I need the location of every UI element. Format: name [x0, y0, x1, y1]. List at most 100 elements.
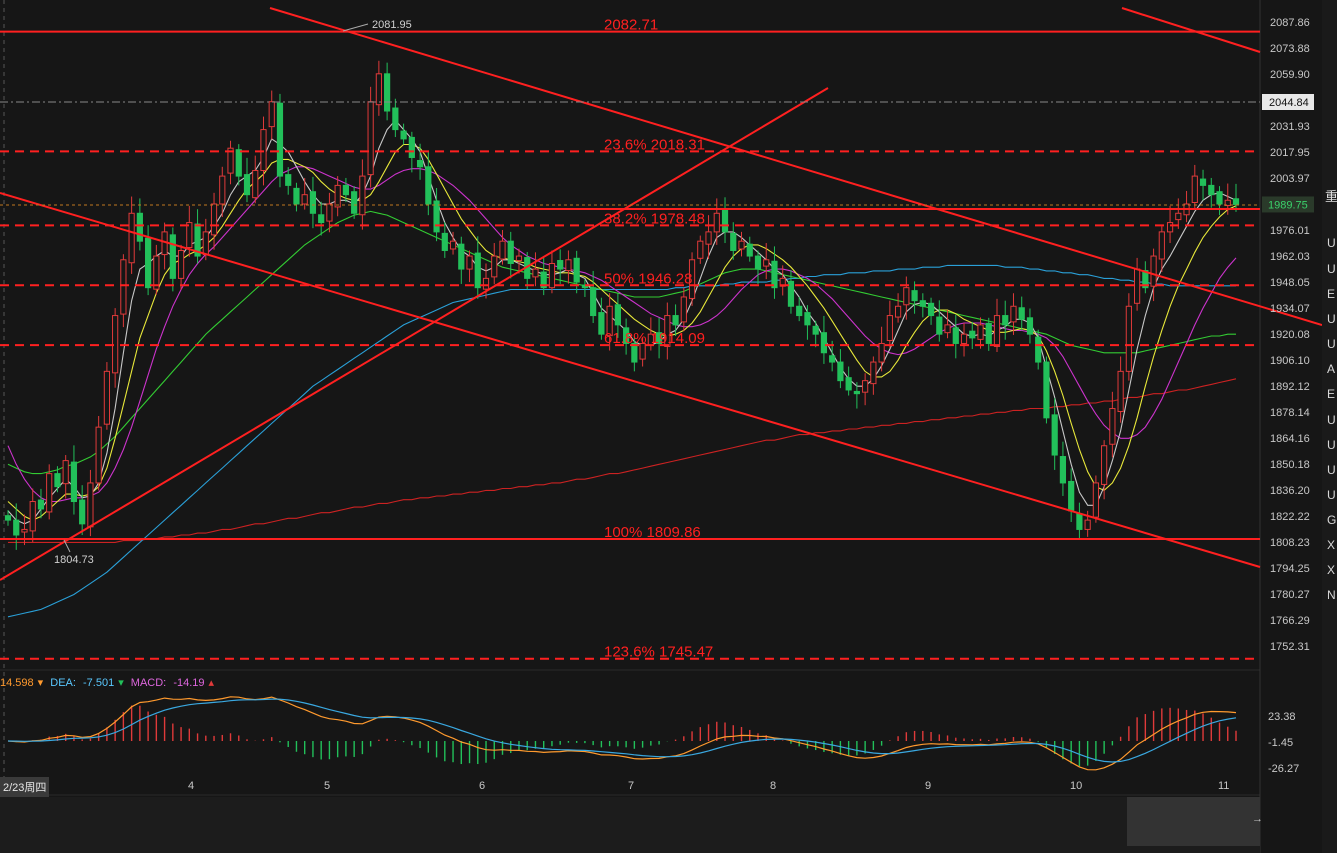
right-sidebar-item[interactable]: U	[1327, 312, 1336, 326]
right-sidebar[interactable]: 重 UUEUUAEUUUUGXXN	[1322, 0, 1337, 853]
y-tick-label: 1934.07	[1270, 303, 1310, 315]
y-tick-label: 1976.01	[1270, 225, 1310, 237]
right-sidebar-item[interactable]: G	[1327, 513, 1336, 527]
right-sidebar-item[interactable]: N	[1327, 588, 1336, 602]
candle-body	[796, 305, 803, 317]
macd-legend: 14.598 ▾ DEA: -7.501 ▾ MACD: -14.19 ▴	[0, 676, 218, 692]
candle-body	[54, 473, 61, 488]
candle-body	[1232, 198, 1240, 205]
candle-body	[573, 257, 580, 283]
y-tick-label: 1962.03	[1270, 251, 1310, 263]
x-month-label: 10	[1070, 780, 1082, 792]
right-sidebar-item[interactable]: X	[1327, 538, 1335, 552]
right-sidebar-item[interactable]: E	[1327, 387, 1335, 401]
candle-body	[351, 191, 358, 214]
right-sidebar-item[interactable]: A	[1327, 362, 1335, 376]
crosshair-price-text: 2044.84	[1269, 97, 1309, 109]
y-tick-label: 2059.90	[1270, 69, 1310, 81]
candle-body	[120, 259, 127, 315]
candle-body	[46, 473, 53, 513]
y-tick-label: 1948.05	[1270, 277, 1310, 289]
candle-body	[153, 255, 160, 290]
candle-body	[252, 170, 259, 199]
candle-body	[1134, 268, 1141, 304]
candle-body	[95, 426, 102, 484]
crosshair-date-box: 2/23周四	[0, 777, 50, 797]
candle-body	[532, 268, 539, 278]
candle-body	[375, 73, 382, 106]
candle-body	[1109, 408, 1116, 445]
candle-body	[499, 240, 506, 260]
macd-dea-value: -7.501	[83, 677, 115, 689]
candle-body	[309, 191, 317, 214]
candle-body	[853, 390, 860, 395]
y-tick-label: 1780.27	[1270, 589, 1310, 601]
low-annotation: 1804.73	[54, 554, 94, 566]
candle-body	[29, 501, 36, 532]
candle-body	[969, 330, 976, 339]
right-sidebar-item[interactable]: U	[1327, 262, 1336, 276]
macd-dif-value: 14.598	[0, 677, 34, 689]
candle-body	[334, 184, 341, 208]
fib-label: 123.6% 1745.47	[604, 644, 713, 661]
candle-body	[804, 312, 811, 326]
candle-body	[870, 361, 877, 385]
candle-body	[367, 101, 374, 176]
right-sidebar-item[interactable]: X	[1327, 563, 1335, 577]
right-sidebar-head: 重	[1325, 189, 1337, 204]
macd-arrow-icon: ▴	[208, 677, 215, 689]
y-tick-label: 1752.31	[1270, 641, 1310, 653]
candle-body	[845, 377, 852, 391]
candle-body	[746, 243, 753, 257]
candle-body	[1175, 212, 1182, 221]
candle-body	[326, 203, 333, 222]
candle-body	[1101, 445, 1108, 485]
y-tick-label: 2087.86	[1270, 17, 1310, 29]
y-tick-label: 1836.20	[1270, 485, 1310, 497]
right-sidebar-item[interactable]: U	[1327, 413, 1336, 427]
y-tick-label: 1920.08	[1270, 329, 1310, 341]
candle-body	[1035, 336, 1042, 363]
candle-body	[820, 332, 828, 354]
candle-body	[1068, 480, 1075, 512]
overview-scrollbar[interactable]: →	[0, 797, 1263, 853]
candle-body	[590, 287, 597, 317]
y-tick-label: 1892.12	[1270, 381, 1310, 393]
right-sidebar-item[interactable]: U	[1327, 438, 1336, 452]
candle-body	[1191, 175, 1198, 203]
candle-body	[1158, 231, 1165, 260]
candle-body	[128, 212, 135, 264]
candle-body	[1092, 482, 1099, 518]
y-tick-label: 1766.29	[1270, 615, 1310, 627]
candle-body	[993, 315, 1001, 347]
candle-body	[441, 232, 448, 251]
candle-body	[713, 212, 720, 233]
fib-label: 100% 1809.86	[604, 524, 701, 541]
candle-body	[862, 380, 869, 393]
candle-body	[903, 287, 910, 306]
candle-body	[557, 260, 564, 270]
right-sidebar-item[interactable]: U	[1327, 337, 1336, 351]
right-sidebar-item[interactable]: E	[1327, 287, 1335, 301]
high-annotation: 2081.95	[372, 19, 412, 31]
x-month-label: 9	[925, 780, 931, 792]
candle-body	[1117, 370, 1124, 413]
x-month-label: 4	[188, 780, 194, 792]
candle-body	[408, 136, 415, 158]
fib-label: 23.6% 2018.31	[604, 136, 705, 153]
dea-arrow-icon: ▾	[118, 677, 124, 689]
candle-body	[359, 175, 366, 216]
candle-body	[1010, 305, 1017, 323]
candle-body	[392, 107, 399, 131]
candle-body	[927, 302, 935, 317]
candle-body	[936, 316, 943, 335]
candle-body	[13, 519, 20, 536]
right-sidebar-item[interactable]: U	[1327, 463, 1336, 477]
right-sidebar-item[interactable]: U	[1327, 488, 1336, 502]
candle-body	[705, 231, 712, 245]
gold-candlestick-chart[interactable]: 2082.71 23.6% 2018.31 38.2% 1978.48 50% 194…	[0, 0, 1322, 853]
right-sidebar-item[interactable]: U	[1327, 236, 1336, 250]
y-tick-label: 1878.14	[1270, 407, 1310, 419]
candle-body	[763, 259, 770, 267]
candle-body	[837, 361, 844, 382]
